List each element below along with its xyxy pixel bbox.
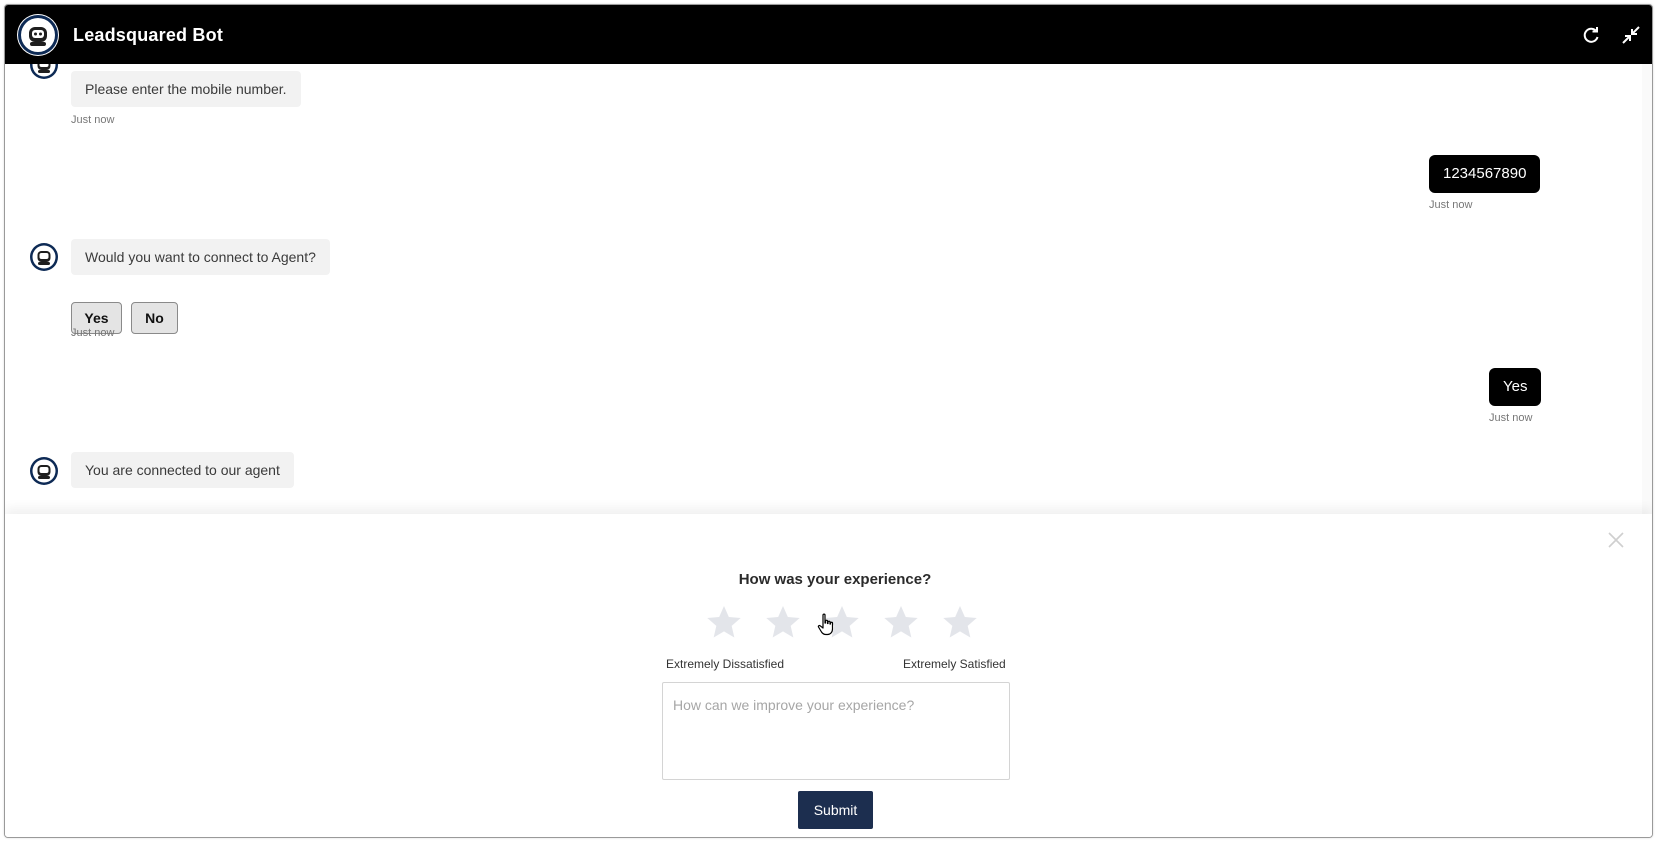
- refresh-button[interactable]: [1578, 22, 1604, 48]
- star-1[interactable]: [694, 600, 753, 646]
- chat-widget: Leadsquared Bot Please enter the mobile …: [4, 4, 1653, 838]
- chat-messages: Please enter the mobile number. Just now…: [5, 64, 1652, 514]
- bot-logo-icon: [17, 14, 59, 56]
- message-time: Just now: [71, 327, 115, 339]
- close-icon: [1608, 532, 1624, 548]
- close-feedback-button[interactable]: [1605, 529, 1627, 551]
- user-message: Yes: [1489, 368, 1542, 406]
- bot-avatar: [29, 456, 59, 486]
- robot-icon: [30, 457, 58, 485]
- star-icon: [765, 606, 800, 638]
- chat-header: Leadsquared Bot: [5, 5, 1652, 64]
- user-message: 1234567890: [1429, 155, 1541, 193]
- submit-button[interactable]: Submit: [798, 791, 873, 829]
- bot-message: Would you want to connect to Agent?: [71, 239, 330, 275]
- message-time: Just now: [71, 114, 115, 126]
- rating-high-label: Extremely Satisfied: [903, 657, 1006, 671]
- bot-message: Please enter the mobile number.: [71, 71, 301, 107]
- robot-icon: [30, 243, 58, 271]
- star-rating: [694, 600, 990, 646]
- bot-message: You are connected to our agent: [71, 452, 294, 488]
- minimize-icon: [1622, 26, 1640, 44]
- bot-avatar: [29, 64, 59, 80]
- minimize-button[interactable]: [1618, 22, 1644, 48]
- star-3[interactable]: [812, 600, 871, 646]
- star-4[interactable]: [871, 600, 930, 646]
- feedback-title: How was your experience?: [738, 571, 932, 588]
- feedback-comment-input[interactable]: [662, 682, 1010, 780]
- feedback-panel: How was your experience? Extremely Dissa…: [5, 514, 1652, 837]
- star-icon: [942, 606, 977, 638]
- message-time: Just now: [1489, 412, 1533, 424]
- star-icon: [706, 606, 741, 638]
- rating-low-label: Extremely Dissatisfied: [666, 657, 785, 671]
- robot-icon: [30, 64, 58, 79]
- star-5[interactable]: [930, 600, 989, 646]
- bot-avatar: [29, 242, 59, 272]
- chat-scrollbar[interactable]: [1642, 64, 1652, 514]
- star-icon: [824, 606, 859, 638]
- star-2[interactable]: [753, 600, 812, 646]
- star-icon: [883, 606, 918, 638]
- header-title: Leadsquared Bot: [73, 25, 224, 45]
- message-time: Just now: [1429, 199, 1473, 211]
- refresh-icon: [1583, 27, 1599, 43]
- option-no-button[interactable]: No: [131, 302, 178, 334]
